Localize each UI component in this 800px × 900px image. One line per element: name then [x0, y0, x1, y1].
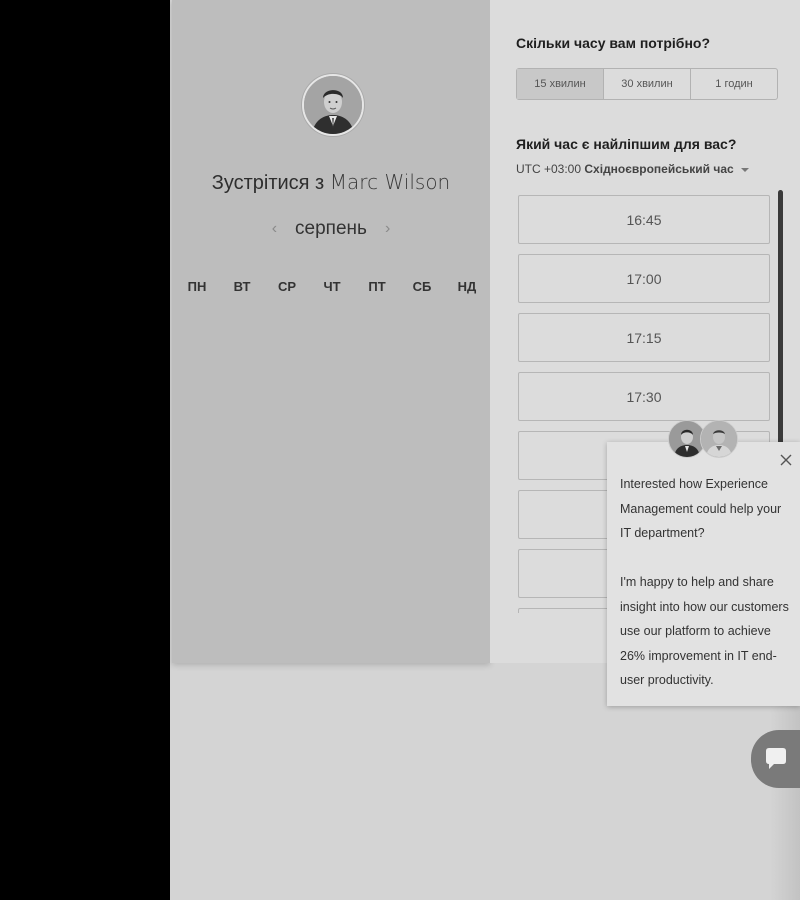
duration-option-30[interactable]: 30 хвилин — [603, 69, 690, 99]
timezone-select[interactable]: UTC +03:00 Східноєвропейський час — [516, 162, 750, 176]
time-slot[interactable]: 17:15 — [518, 313, 770, 362]
next-month-icon[interactable]: › — [381, 220, 394, 238]
chat-message: Interested how Experience Management cou… — [620, 472, 792, 693]
weekday-header: ПН ВТ СР ЧТ ПТ СБ НД — [182, 279, 482, 294]
duration-selector: 15 хвилин 30 хвилин 1 годин — [516, 68, 778, 100]
weekday-label: НД — [457, 279, 477, 294]
chat-agent-avatar — [700, 420, 738, 458]
duration-question: Скільки часу вам потрібно? — [516, 35, 711, 51]
timezone-offset: UTC +03:00 — [516, 162, 582, 176]
duration-option-15[interactable]: 15 хвилин — [517, 69, 603, 99]
chat-paragraph: I'm happy to help and share insight into… — [620, 575, 789, 687]
host-avatar — [302, 74, 364, 136]
slot-list-scrollbar[interactable] — [778, 190, 783, 450]
meeting-title: Зустрітися з Marc Wilson — [172, 170, 490, 195]
meeting-title-prefix: Зустрітися з — [211, 172, 325, 194]
weekday-label: ПТ — [368, 279, 386, 294]
screen: Зустрітися з Marc Wilson ‹ серпень › ПН … — [0, 0, 800, 900]
weekday-label: ЧТ — [323, 279, 341, 294]
weekday-label: ПН — [187, 279, 207, 294]
chat-paragraph: Interested how Experience Management cou… — [620, 477, 782, 540]
prev-month-icon[interactable]: ‹ — [268, 220, 281, 238]
weekday-label: СБ — [412, 279, 432, 294]
timezone-name: Східноєвропейський час — [584, 162, 734, 176]
time-slot[interactable]: 17:30 — [518, 372, 770, 421]
time-slot[interactable]: 17:00 — [518, 254, 770, 303]
month-switcher: ‹ серпень › — [172, 218, 490, 240]
time-question: Який час є найліпшим для вас? — [516, 136, 737, 152]
chevron-down-icon — [741, 167, 750, 172]
black-margin — [0, 0, 170, 900]
chat-popup: Interested how Experience Management cou… — [607, 442, 800, 706]
weekday-label: СР — [277, 279, 297, 294]
host-name: Marc Wilson — [329, 170, 451, 194]
weekday-label: ВТ — [233, 279, 251, 294]
chat-launcher-button[interactable] — [751, 730, 800, 788]
close-icon[interactable] — [778, 452, 794, 468]
month-label: серпень — [295, 218, 367, 239]
time-slot[interactable]: 16:45 — [518, 195, 770, 244]
host-photo-icon — [304, 76, 362, 134]
calendar-panel: Зустрітися з Marc Wilson ‹ серпень › ПН … — [172, 0, 490, 663]
chat-bubble-icon — [766, 748, 786, 769]
duration-option-60[interactable]: 1 годин — [690, 69, 777, 99]
agent-photo-icon — [701, 421, 737, 457]
